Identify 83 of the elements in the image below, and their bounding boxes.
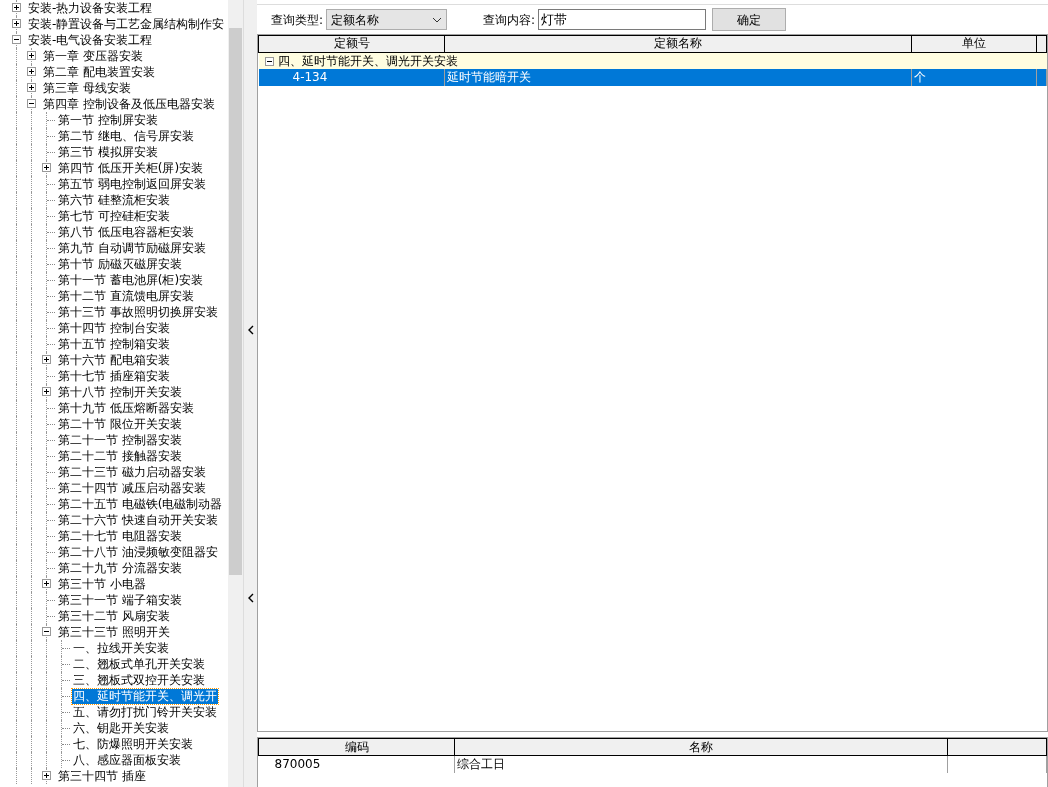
search-field[interactable]: 灯带: [538, 9, 707, 31]
expander-icon[interactable]: [42, 163, 51, 172]
tree-item[interactable]: 第十二节 直流馈电屏安装: [57, 288, 195, 304]
tree-item[interactable]: 第三节 模拟屏安装: [57, 144, 159, 160]
tree-item[interactable]: 第七节 可控硅柜安装: [57, 208, 171, 224]
tree-item[interactable]: 第二十三节 磁力启动器安装: [57, 464, 207, 480]
column-header[interactable]: 名称: [454, 738, 948, 756]
tree-item[interactable]: 一、拉线开关安装: [72, 640, 170, 656]
expander-icon[interactable]: [12, 35, 21, 44]
tree-item[interactable]: 第九节 自动调节励磁屏安装: [57, 240, 207, 256]
tree-item[interactable]: 第二章 配电装置安装: [42, 64, 156, 80]
expander-icon[interactable]: [27, 51, 36, 60]
tree-item[interactable]: 第二十节 限位开关安装: [57, 416, 183, 432]
tree-item[interactable]: 第三十节 小电器: [57, 576, 147, 592]
expander-icon[interactable]: [264, 56, 274, 66]
table-cell: 延时节能暗开关: [444, 69, 912, 87]
tree-item[interactable]: 第二十八节 油浸频敏变阻器安: [57, 544, 219, 560]
tree-item[interactable]: 第二十五节 电磁铁(电磁制动器: [57, 496, 224, 512]
tree-item[interactable]: 安装-静置设备与工艺金属结构制作安: [27, 16, 226, 32]
table-row[interactable]: 870005 综合工日: [258, 755, 1047, 773]
table-row[interactable]: 4-134 延时节能暗开关 个: [258, 69, 1047, 87]
tree-item[interactable]: 第二节 继电、信号屏安装: [57, 128, 195, 144]
tree-item[interactable]: 安装-电气设备安装工程: [27, 32, 154, 48]
field-label: 查询内容:: [483, 11, 536, 29]
tree-item[interactable]: 六、钥匙开关安装: [72, 720, 170, 736]
tree-item[interactable]: 第三十四节 插座: [57, 768, 147, 784]
tree-item[interactable]: 二、翘板式单孔开关安装: [72, 656, 206, 672]
expander-icon[interactable]: [27, 67, 36, 76]
tree-item[interactable]: 第一节 控制屏安装: [57, 112, 159, 128]
tree-item[interactable]: 安装-热力设备安装工程: [27, 0, 154, 16]
tree-item[interactable]: 第十六节 配电箱安装: [57, 352, 171, 368]
tree-item[interactable]: 第四章 控制设备及低压电器安装: [42, 96, 216, 112]
column-header[interactable]: 编码: [258, 738, 455, 756]
scrollbar-thumb[interactable]: [229, 28, 242, 575]
tree-item[interactable]: 第十九节 低压熔断器安装: [57, 400, 195, 416]
group-title: 四、延时节能开关、调光开关安装: [277, 53, 458, 69]
tree-item[interactable]: 八、感应器面板安装: [72, 752, 182, 768]
column-header[interactable]: 定额号: [258, 35, 445, 53]
chevron-down-icon: [432, 16, 443, 23]
column-header[interactable]: 单位: [911, 35, 1037, 53]
expander-icon[interactable]: [42, 627, 51, 636]
tree-item[interactable]: 第十八节 控制开关安装: [57, 384, 183, 400]
tree-item[interactable]: 第二十一节 控制器安装: [57, 432, 183, 448]
tree-item[interactable]: 第八节 低压电容器柜安装: [57, 224, 195, 240]
table-cell: 综合工日: [454, 755, 948, 773]
tree-item[interactable]: 第二十四节 减压启动器安装: [57, 480, 207, 496]
tree-item[interactable]: 第十四节 控制台安装: [57, 320, 171, 336]
tree-item[interactable]: 第十七节 插座箱安装: [57, 368, 171, 384]
tree-item[interactable]: 第三十三节 照明开关: [57, 624, 171, 640]
tree-item[interactable]: 第三十二节 风扇安装: [57, 608, 171, 624]
tree-item[interactable]: 三、翘板式双控开关安装: [72, 672, 206, 688]
tree-item[interactable]: 第十节 励磁灭磁屏安装: [57, 256, 183, 272]
tree-item[interactable]: 第二十六节 快速自动开关安装: [57, 512, 219, 528]
confirm-button[interactable]: 确定: [712, 8, 787, 32]
tree-item[interactable]: 第四节 低压开关柜(屏)安装: [57, 160, 205, 176]
tree-item[interactable]: 第三十一节 端子箱安装: [57, 592, 183, 608]
tree-item[interactable]: 第五节 弱电控制返回屏安装: [57, 176, 207, 192]
column-header[interactable]: 定额名称: [444, 35, 912, 53]
expander-icon[interactable]: [27, 99, 36, 108]
expander-icon[interactable]: [42, 771, 51, 780]
tree-item[interactable]: 第十五节 控制箱安装: [57, 336, 171, 352]
tree-item[interactable]: 第十三节 事故照明切换屏安装: [57, 304, 219, 320]
table-cell: 个: [911, 69, 1037, 87]
tree-item[interactable]: 第二十二节 接触器安装: [57, 448, 183, 464]
tree-item[interactable]: 七、防爆照明开关安装: [72, 736, 194, 752]
tree-item[interactable]: 第二十七节 电阻器安装: [57, 528, 183, 544]
field-label: 查询类型:: [271, 11, 324, 29]
expander-icon[interactable]: [42, 387, 51, 396]
expander-icon[interactable]: [42, 579, 51, 588]
table-cell: 870005: [258, 755, 455, 773]
tree-item[interactable]: 第二十九节 分流器安装: [57, 560, 183, 576]
expander-icon[interactable]: [12, 3, 21, 12]
tree-item[interactable]: 四、延时节能开关、调光开: [72, 688, 218, 704]
expander-icon[interactable]: [12, 19, 21, 28]
tree-item[interactable]: 第十一节 蓄电池屏(柜)安装: [57, 272, 205, 288]
tree-item[interactable]: 第六节 硅整流柜安装: [57, 192, 171, 208]
tree-item[interactable]: 五、请勿打扰门铃开关安装: [72, 704, 218, 720]
tree-item[interactable]: 第三章 母线安装: [42, 80, 132, 96]
tree-item[interactable]: 第一章 变压器安装: [42, 48, 144, 64]
expander-icon[interactable]: [42, 355, 51, 364]
table-cell: 4-134: [258, 69, 445, 87]
type-dropdown[interactable]: 定额名称: [326, 9, 448, 31]
expander-icon[interactable]: [27, 83, 36, 92]
